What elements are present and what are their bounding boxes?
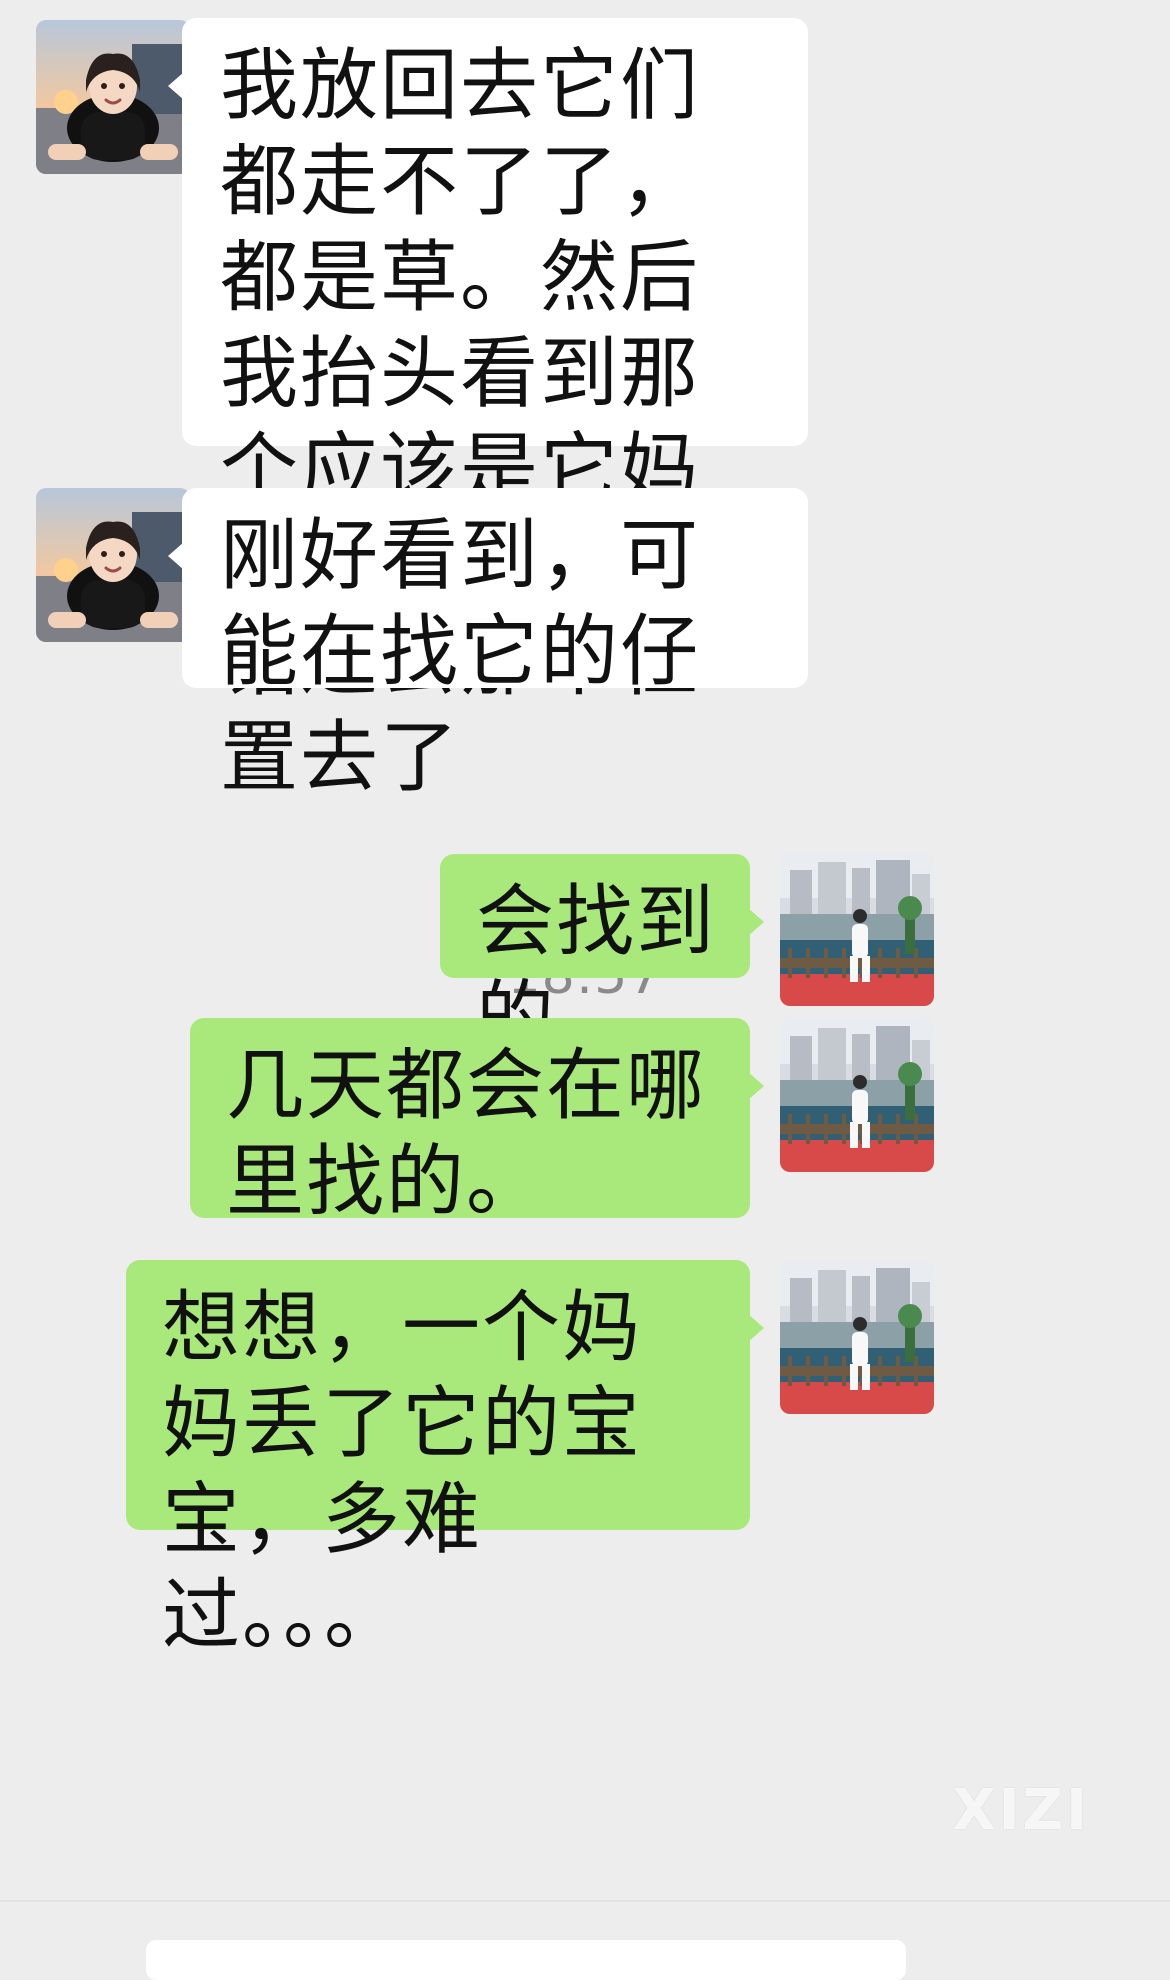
man-photo-avatar-icon[interactable] <box>780 852 934 1006</box>
message-text: 几天都会在哪里找的。 <box>226 1041 707 1227</box>
message-bubble[interactable]: 几天都会在哪里找的。 <box>190 1018 764 1227</box>
message-bubble[interactable]: 我放回去它们都走不了了，都是草。然后我抬头看到那个应该是它妈妈，我就放它钻进去那… <box>168 18 808 803</box>
man-photo-avatar-icon[interactable] <box>780 1018 934 1172</box>
chat-area: 我放回去它们都走不了了，都是草。然后我抬头看到那个应该是它妈妈，我就放它钻进去那… <box>0 0 1170 1980</box>
watermark-text: XIZI <box>952 1778 1090 1843</box>
message-bubble[interactable]: 会找到的 <box>440 854 764 1063</box>
input-bar <box>0 1900 1170 1980</box>
message-input[interactable] <box>146 1940 906 1980</box>
message-bubble[interactable]: 刚好看到，可能在找它的仔 <box>168 488 808 697</box>
girl-avatar-icon[interactable] <box>36 20 190 174</box>
man-photo-avatar-icon[interactable] <box>780 1260 934 1414</box>
message-text: 想想，一个妈妈丢了它的宝宝，多难过。。。 <box>162 1283 643 1661</box>
message-text: 刚好看到，可能在找它的仔 <box>220 511 701 697</box>
message-bubble[interactable]: 想想，一个妈妈丢了它的宝宝，多难过。。。 <box>126 1260 764 1661</box>
girl-avatar-icon[interactable] <box>36 488 190 642</box>
